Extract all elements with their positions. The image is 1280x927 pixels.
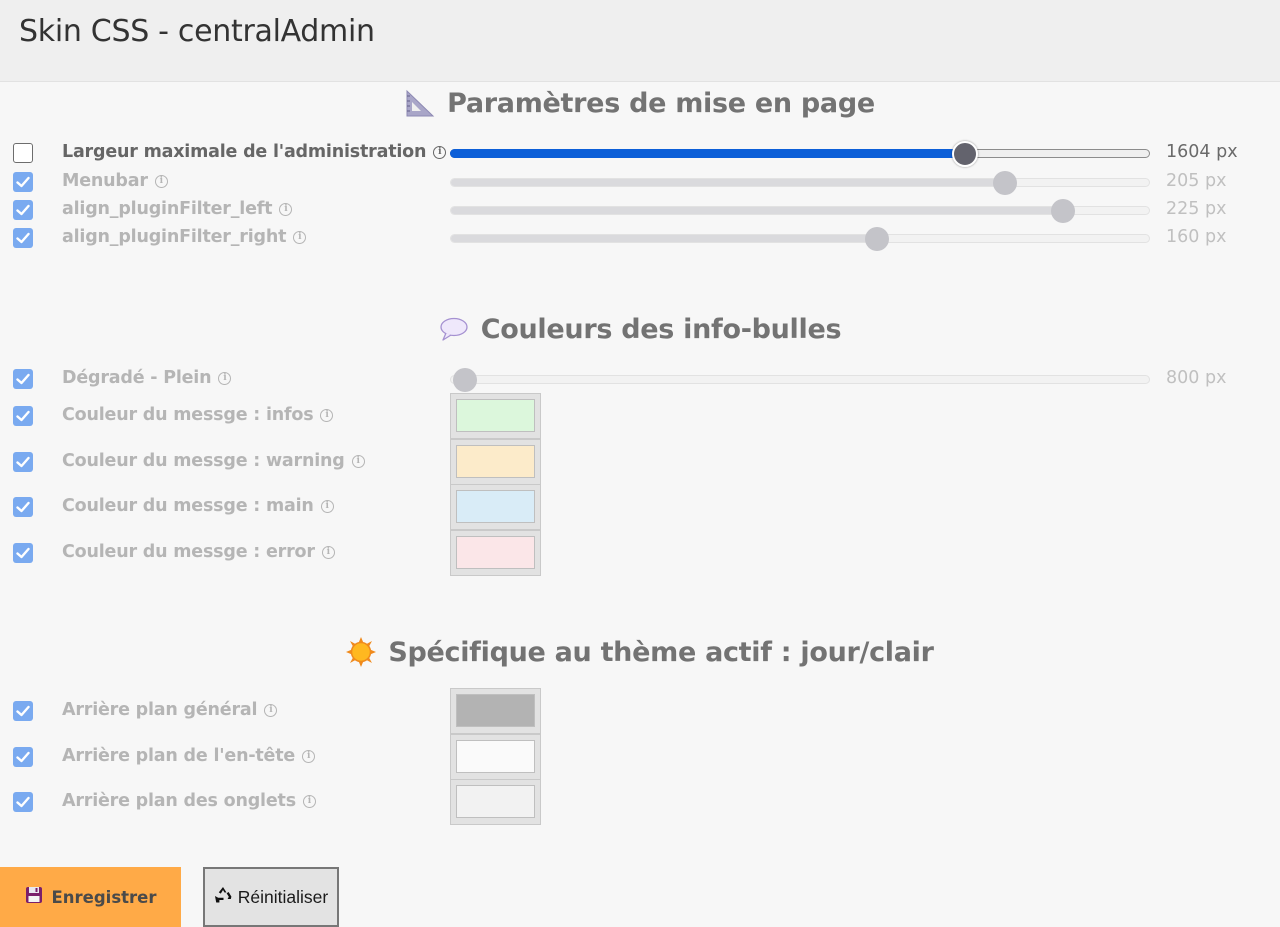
reset-button[interactable]: Réinitialiser xyxy=(203,867,339,927)
color-main-picker[interactable] xyxy=(450,484,541,530)
align-right-slider[interactable] xyxy=(450,226,1150,251)
menubar-checkbox[interactable] xyxy=(13,172,33,192)
gradient-value: 800 px xyxy=(1166,368,1227,388)
bg-header-label: Arrière plan de l'en-tête xyxy=(62,746,296,766)
align-right-checkbox[interactable] xyxy=(13,228,33,248)
save-button[interactable]: Enregistrer xyxy=(0,867,181,927)
reset-button-label: Réinitialiser xyxy=(237,886,329,907)
align-left-checkbox[interactable] xyxy=(13,200,33,220)
color-infos-label: Couleur du messge : infos xyxy=(62,405,314,425)
align-left-slider[interactable] xyxy=(450,198,1150,223)
align-right-value: 160 px xyxy=(1166,227,1227,247)
setting-row-menubar: Menubar i 205 px xyxy=(0,168,1280,196)
slider-thumb[interactable] xyxy=(952,140,979,167)
info-icon[interactable]: i xyxy=(293,230,307,244)
bg-general-picker[interactable] xyxy=(450,688,541,734)
color-infos-checkbox[interactable] xyxy=(13,406,33,426)
slider-fill xyxy=(451,207,1064,214)
info-icon[interactable]: i xyxy=(218,371,232,385)
menubar-value: 205 px xyxy=(1166,171,1227,191)
setting-row-align-left: align_pluginFilter_left i 225 px xyxy=(0,196,1280,224)
align-right-label: align_pluginFilter_right xyxy=(62,227,287,247)
color-error-label: Couleur du messge : error xyxy=(62,542,315,562)
slider-thumb[interactable] xyxy=(452,367,477,392)
setting-row-color-main: Couleur du messge : main i xyxy=(0,493,1280,521)
max-width-checkbox[interactable] xyxy=(13,143,33,163)
color-warning-label: Couleur du messge : warning xyxy=(62,451,345,471)
setting-row-bg-tabs: Arrière plan des onglets i xyxy=(0,788,1280,816)
bg-tabs-checkbox[interactable] xyxy=(13,792,33,812)
slider-thumb[interactable] xyxy=(993,170,1018,195)
bg-general-label: Arrière plan général xyxy=(62,700,258,720)
bg-header-picker[interactable] xyxy=(450,734,541,780)
color-swatch[interactable] xyxy=(456,785,535,818)
slider-thumb[interactable] xyxy=(865,226,890,251)
setting-row-color-error: Couleur du messge : error i xyxy=(0,539,1280,567)
slider-fill xyxy=(451,179,1006,186)
bg-tabs-label: Arrière plan des onglets xyxy=(62,791,296,811)
color-swatch[interactable] xyxy=(456,490,535,523)
gradient-checkbox[interactable] xyxy=(13,369,33,389)
slider-fill xyxy=(451,235,878,242)
color-error-checkbox[interactable] xyxy=(13,543,33,563)
recycle-icon xyxy=(214,886,232,909)
section-title-text: Paramètres de mise en page xyxy=(447,87,875,119)
title-bar: Skin CSS - centralAdmin xyxy=(0,0,1280,82)
gradient-label: Dégradé - Plein xyxy=(62,368,212,388)
color-swatch[interactable] xyxy=(456,740,535,773)
align-left-label: align_pluginFilter_left xyxy=(62,199,273,219)
menubar-label: Menubar xyxy=(62,171,148,191)
page-title: Skin CSS - centralAdmin xyxy=(19,14,375,49)
color-swatch[interactable] xyxy=(456,694,535,727)
color-infos-picker[interactable] xyxy=(450,393,541,439)
align-left-value: 225 px xyxy=(1166,199,1227,219)
bg-tabs-picker[interactable] xyxy=(450,779,541,825)
slider-fill xyxy=(450,149,965,158)
sun-icon xyxy=(346,637,377,667)
setting-row-color-infos: Couleur du messge : infos i xyxy=(0,402,1280,430)
setting-row-max-width: Largeur maximale de l'administration i 1… xyxy=(0,139,1280,167)
info-icon[interactable]: i xyxy=(351,454,365,468)
setting-row-color-warning: Couleur du messge : warning i xyxy=(0,448,1280,476)
info-icon[interactable]: i xyxy=(321,545,335,559)
info-icon[interactable]: i xyxy=(264,703,278,717)
info-icon[interactable]: i xyxy=(302,749,316,763)
triangle-ruler-icon xyxy=(405,88,435,118)
bg-general-checkbox[interactable] xyxy=(13,701,33,721)
info-icon[interactable]: i xyxy=(302,794,316,808)
setting-row-gradient: Dégradé - Plein i 800 px xyxy=(0,365,1280,393)
section-title-layout: Paramètres de mise en page xyxy=(0,84,1280,122)
max-width-slider[interactable] xyxy=(450,140,1150,167)
section-title-theme: Spécifique au thème actif : jour/clair xyxy=(0,633,1280,671)
max-width-value: 1604 px xyxy=(1166,142,1238,162)
color-warning-checkbox[interactable] xyxy=(13,452,33,472)
section-title-tooltips: Couleurs des info-bulles xyxy=(0,310,1280,348)
save-button-label: Enregistrer xyxy=(51,887,157,907)
info-icon[interactable]: i xyxy=(320,408,334,422)
slider-thumb[interactable] xyxy=(1051,198,1076,223)
info-icon[interactable]: i xyxy=(433,145,447,159)
setting-row-align-right: align_pluginFilter_right i 160 px xyxy=(0,224,1280,252)
speech-bubble-icon xyxy=(439,316,469,342)
max-width-label: Largeur maximale de l'administration xyxy=(62,142,427,162)
section-title-text: Spécifique au thème actif : jour/clair xyxy=(388,636,934,668)
info-icon[interactable]: i xyxy=(154,174,168,188)
setting-row-bg-general: Arrière plan général i xyxy=(0,697,1280,725)
color-swatch[interactable] xyxy=(456,536,535,569)
gradient-slider[interactable] xyxy=(450,367,1150,392)
color-error-picker[interactable] xyxy=(450,530,541,576)
color-main-checkbox[interactable] xyxy=(13,497,33,517)
floppy-disk-icon xyxy=(25,886,43,908)
color-main-label: Couleur du messge : main xyxy=(62,496,314,516)
bg-header-checkbox[interactable] xyxy=(13,747,33,767)
setting-row-bg-header: Arrière plan de l'en-tête i xyxy=(0,743,1280,771)
color-warning-picker[interactable] xyxy=(450,439,541,485)
color-swatch[interactable] xyxy=(456,399,535,432)
color-swatch[interactable] xyxy=(456,445,535,478)
section-title-text: Couleurs des info-bulles xyxy=(480,313,842,345)
menubar-slider[interactable] xyxy=(450,170,1150,195)
info-icon[interactable]: i xyxy=(320,499,334,513)
info-icon[interactable]: i xyxy=(279,202,293,216)
